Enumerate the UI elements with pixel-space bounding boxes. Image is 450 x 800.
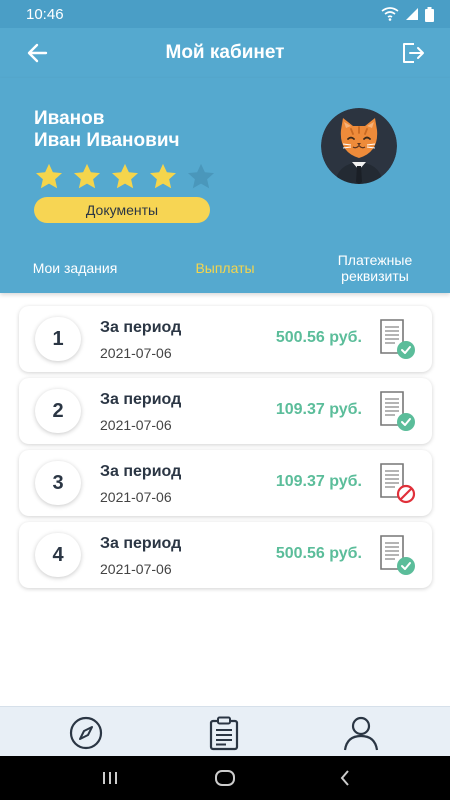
nav-profile-button[interactable] [341, 715, 381, 751]
receipt-approved-icon[interactable] [377, 533, 417, 577]
tab-my-tasks[interactable]: Мои задания [15, 248, 135, 288]
payment-amount: 500.56 руб. [275, 329, 362, 346]
payment-period-title: За период [100, 535, 182, 552]
status-bar: 10:46 [0, 0, 450, 28]
payment-period-title: За период [100, 463, 182, 480]
cat-avatar-icon [321, 108, 397, 184]
payment-period-title: За период [100, 391, 182, 408]
payment-card[interactable]: 4 За период 2021-07-06 500.56 руб. [19, 522, 432, 588]
user-name: Иванов Иван Иванович [34, 108, 180, 152]
star-icon [188, 163, 214, 189]
rating-stars [34, 162, 216, 192]
tab-payments-label: Выплаты [195, 260, 255, 276]
payment-number: 1 [35, 317, 81, 361]
tab-payments[interactable]: Выплаты [165, 248, 285, 288]
star-icon [150, 163, 176, 189]
status-time: 10:46 [26, 5, 64, 23]
compass-icon [69, 716, 103, 750]
arrow-left-icon [27, 43, 48, 63]
signal-icon [406, 8, 418, 20]
avatar[interactable] [321, 108, 397, 184]
payment-amount: 500.56 руб. [275, 545, 362, 562]
payment-card[interactable]: 2 За период 2021-07-06 109.37 руб. [19, 378, 432, 444]
status-icons [381, 6, 434, 22]
user-last-name: Иванов [34, 108, 105, 129]
home-icon [215, 770, 235, 786]
payment-number: 3 [35, 461, 81, 505]
battery-icon [425, 6, 434, 22]
payment-amount: 109.37 руб. [275, 473, 362, 490]
payment-date: 2021-07-06 [100, 417, 172, 433]
home-button[interactable] [210, 766, 240, 790]
star-icon [36, 163, 62, 189]
nav-compass-button[interactable] [66, 715, 106, 751]
payment-amount: 109.37 руб. [275, 401, 362, 418]
logout-icon [403, 43, 424, 63]
system-back-button[interactable] [330, 766, 360, 790]
receipt-approved-icon[interactable] [377, 389, 417, 433]
wifi-icon [381, 7, 399, 21]
payment-date: 2021-07-06 [100, 561, 172, 577]
tab-bar: Мои задания Выплаты Платежные реквизиты [0, 248, 450, 288]
payment-number: 4 [35, 533, 81, 577]
receipt-rejected-icon[interactable] [377, 461, 417, 505]
page-title: Мой кабинет [165, 42, 285, 63]
recent-apps-button[interactable] [95, 766, 125, 790]
back-button[interactable] [24, 40, 52, 66]
documents-button[interactable]: Документы [34, 197, 210, 223]
tab-payment-details-line1: Платежные [337, 252, 413, 268]
system-navigation-bar [0, 756, 450, 800]
tab-payment-details[interactable]: Платежные реквизиты [315, 248, 435, 288]
star-icon [74, 163, 100, 189]
payment-date: 2021-07-06 [100, 345, 172, 361]
tab-payment-details-line2: реквизиты [341, 268, 409, 284]
payments-list: 1 За период 2021-07-06 500.56 руб. 2 За … [19, 306, 432, 594]
payment-period-title: За период [100, 319, 182, 336]
payment-date: 2021-07-06 [100, 489, 172, 505]
tab-my-tasks-label: Мои задания [32, 260, 118, 276]
tab-payment-details-label: Платежные реквизиты [338, 252, 413, 284]
nav-clipboard-button[interactable] [204, 715, 244, 751]
recent-apps-icon [103, 772, 117, 784]
payment-card[interactable]: 3 За период 2021-07-06 109.37 руб. [19, 450, 432, 516]
payment-number: 2 [35, 389, 81, 433]
logout-button[interactable] [400, 40, 426, 66]
chevron-left-icon [340, 770, 349, 786]
clipboard-list-icon [209, 716, 239, 751]
payment-card[interactable]: 1 За период 2021-07-06 500.56 руб. [19, 306, 432, 372]
bottom-navigation [0, 706, 450, 756]
user-icon [343, 716, 379, 751]
star-icon [112, 163, 138, 189]
profile-header: Иванов Иван Иванович Документы Мои задан… [0, 78, 450, 293]
app-bar: Мой кабинет [0, 28, 450, 78]
user-first-middle-name: Иван Иванович [34, 130, 180, 151]
receipt-approved-icon[interactable] [377, 317, 417, 361]
